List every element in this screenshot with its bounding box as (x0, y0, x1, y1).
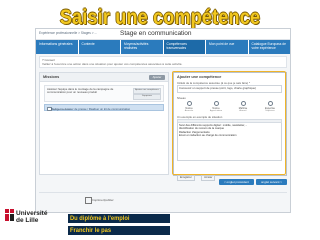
breadcrumb[interactable]: Expérience professionnelle > Stages > ..… (39, 31, 97, 35)
caption-text: Franchir le pas (70, 227, 112, 234)
university-logo: Université de Lille (5, 209, 49, 239)
svg-text:de Lille: de Lille (16, 217, 39, 224)
tab-competences[interactable]: Compétences transversales (163, 40, 205, 54)
print-label[interactable]: Imprimer/publier (92, 198, 114, 202)
highlight-frame (172, 71, 286, 175)
caption-strip: Franchir le pas (68, 226, 170, 235)
app-topbar: Expérience professionnelle > Stages > ..… (36, 29, 290, 40)
cancel-button[interactable]: Annuler (201, 174, 216, 181)
missions-header: Missions Ajouter (40, 73, 168, 82)
window-title: Stage en communication (120, 30, 192, 37)
slide-title: Saisir une compétence (59, 6, 261, 29)
mission-text: Assister l'équipe dans le montage de la … (47, 87, 114, 95)
tab-navigation: < onglet précédent onglet suivant > (218, 179, 287, 185)
tab-catalogue[interactable]: Catalogue Europass de votre expérience (248, 40, 290, 54)
add-mission-button[interactable]: Ajouter (149, 74, 165, 80)
tab-informations[interactable]: Informations générales (36, 40, 78, 54)
mission-item[interactable]: Assister l'équipe dans le montage de la … (44, 85, 164, 102)
missions-title: Missions (43, 74, 60, 79)
notice-text: Veillez à l'exercice une action dans une… (42, 62, 183, 66)
next-tab-button[interactable]: onglet suivant > (255, 179, 287, 185)
app-screenshot: Expérience professionnelle > Stages > ..… (35, 28, 291, 213)
caption-text: Du diplôme à l'emploi (70, 215, 130, 222)
previous-tab-button[interactable]: < onglet précédent (218, 179, 254, 185)
university-logo-text: Université de Lille (16, 210, 48, 224)
step-tabs: Informations générales Contexte Moyens/a… (36, 40, 290, 54)
university-mark-icon (5, 209, 14, 221)
mission-hint: cliquer pour modifier (51, 109, 71, 112)
add-competence-button[interactable]: Ajouter une compétence (133, 88, 161, 94)
advice-notice: ? Conseil Veillez à l'exercice une actio… (39, 56, 287, 68)
mission-item-selected[interactable]: Rédiger le dossier de presse / Réaliser … (44, 104, 164, 112)
tab-point-de-vue[interactable]: Mon point de vue (206, 40, 248, 54)
tab-moyens[interactable]: Moyens/activités réalisées (121, 40, 163, 54)
missions-panel: Missions Ajouter Assister l'équipe dans … (39, 72, 169, 175)
svg-text:Université: Université (16, 210, 48, 217)
caption-strip: Du diplôme à l'emploi (68, 214, 170, 223)
delete-mission-button[interactable]: Supprimer (133, 94, 161, 100)
print-icon[interactable] (85, 197, 92, 204)
bottom-actions: Imprimer/publier (39, 192, 287, 209)
save-button[interactable]: Enregistrer (177, 174, 195, 181)
tab-contexte[interactable]: Contexte (78, 40, 120, 54)
